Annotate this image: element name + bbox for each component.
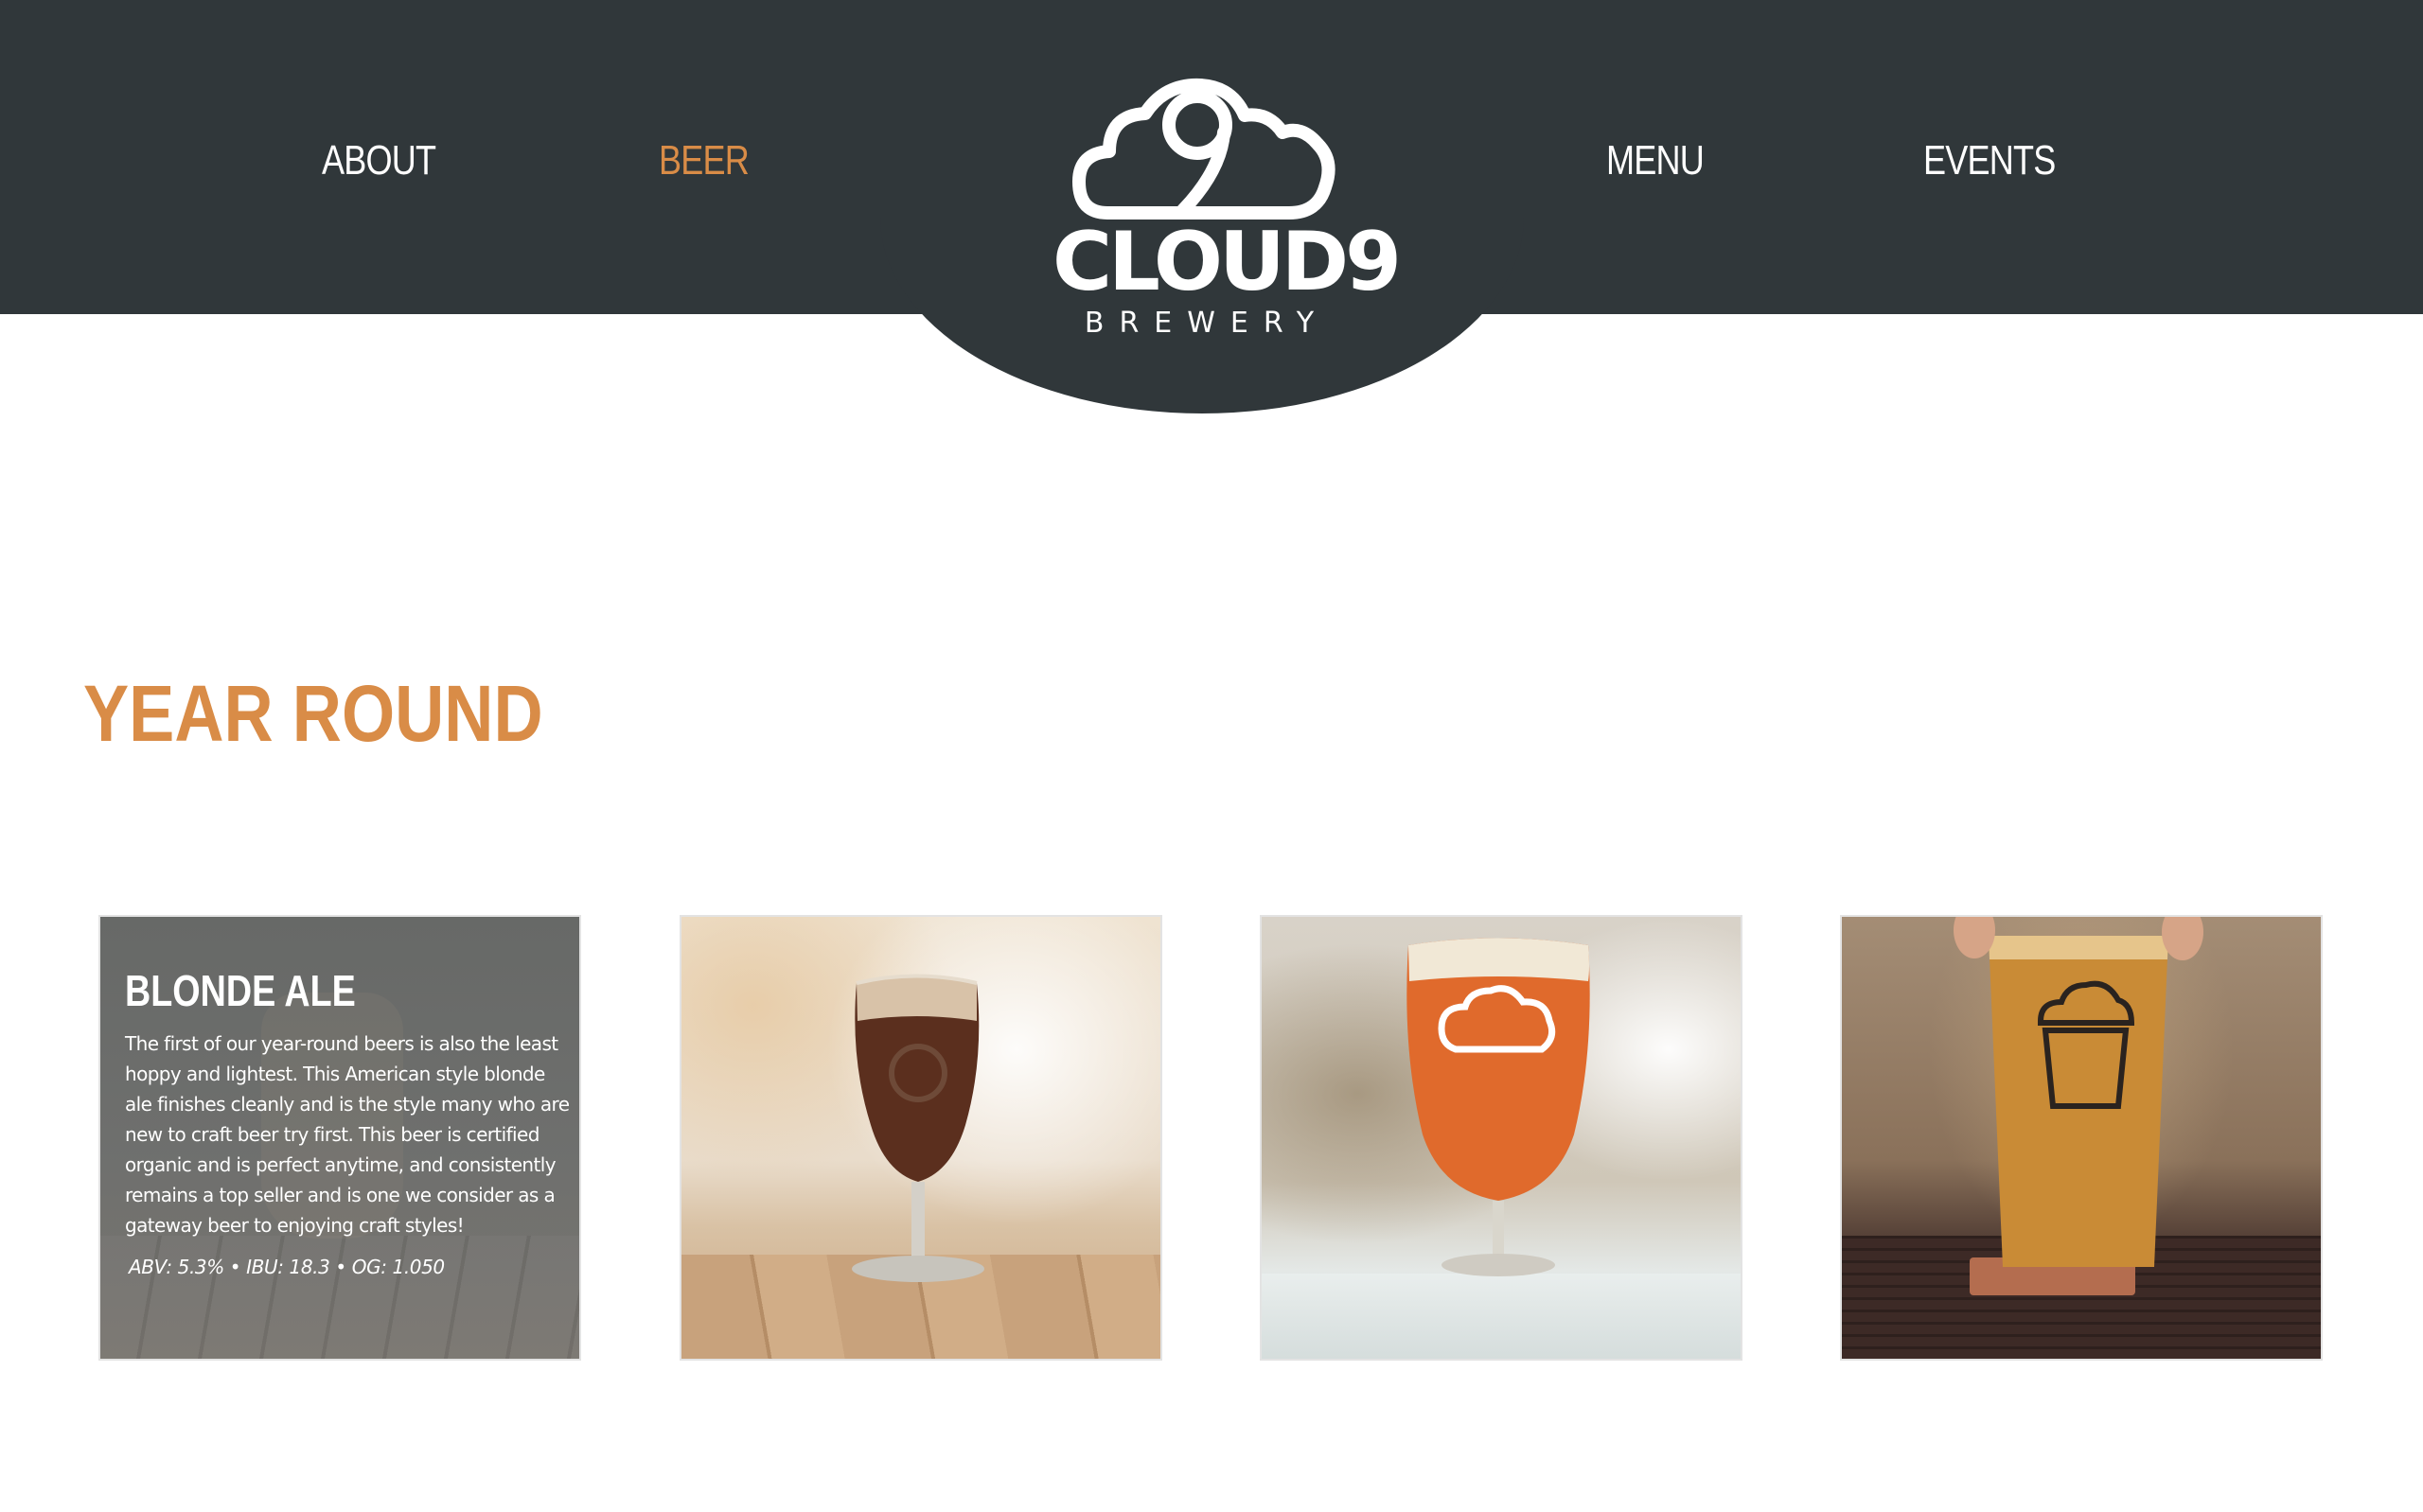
nav-events[interactable]: EVENTS — [1923, 137, 2056, 185]
nav-beer[interactable]: BEER — [659, 137, 750, 185]
beer-card-blonde-ale[interactable]: BLONDE ALE The first of our year-round b… — [98, 915, 581, 1361]
beer-card-4[interactable] — [1840, 915, 2323, 1361]
brewery-logo[interactable]: CLOUD9 BREWERY — [1041, 66, 1402, 350]
nav-menu[interactable]: MENU — [1606, 137, 1705, 185]
section-title: YEAR ROUND — [83, 669, 543, 758]
logo-subtitle: BREWERY — [1084, 307, 1330, 340]
cloud-nine-icon — [1072, 78, 1335, 220]
tulip-glass-icon — [852, 974, 984, 1282]
beer-description: The first of our year-round beers is als… — [125, 1032, 570, 1237]
page: ABOUT BEER MENU EVENTS CLOUD9 BREWERY YE… — [0, 0, 2423, 1512]
logo-wordmark: CLOUD9 — [1052, 215, 1402, 309]
amber-glass-icon — [1406, 938, 1590, 1276]
card-background-table — [100, 1236, 579, 1359]
beer-stats: ABV: 5.3% • IBU: 18.3 • OG: 1.050 — [129, 1256, 445, 1278]
beer-name: BLONDE ALE — [125, 966, 356, 1015]
beer-card-2[interactable] — [680, 915, 1162, 1361]
beer-card-3[interactable] — [1260, 915, 1742, 1361]
pint-glass-icon — [1954, 917, 2203, 1295]
nav-about[interactable]: ABOUT — [322, 137, 436, 185]
